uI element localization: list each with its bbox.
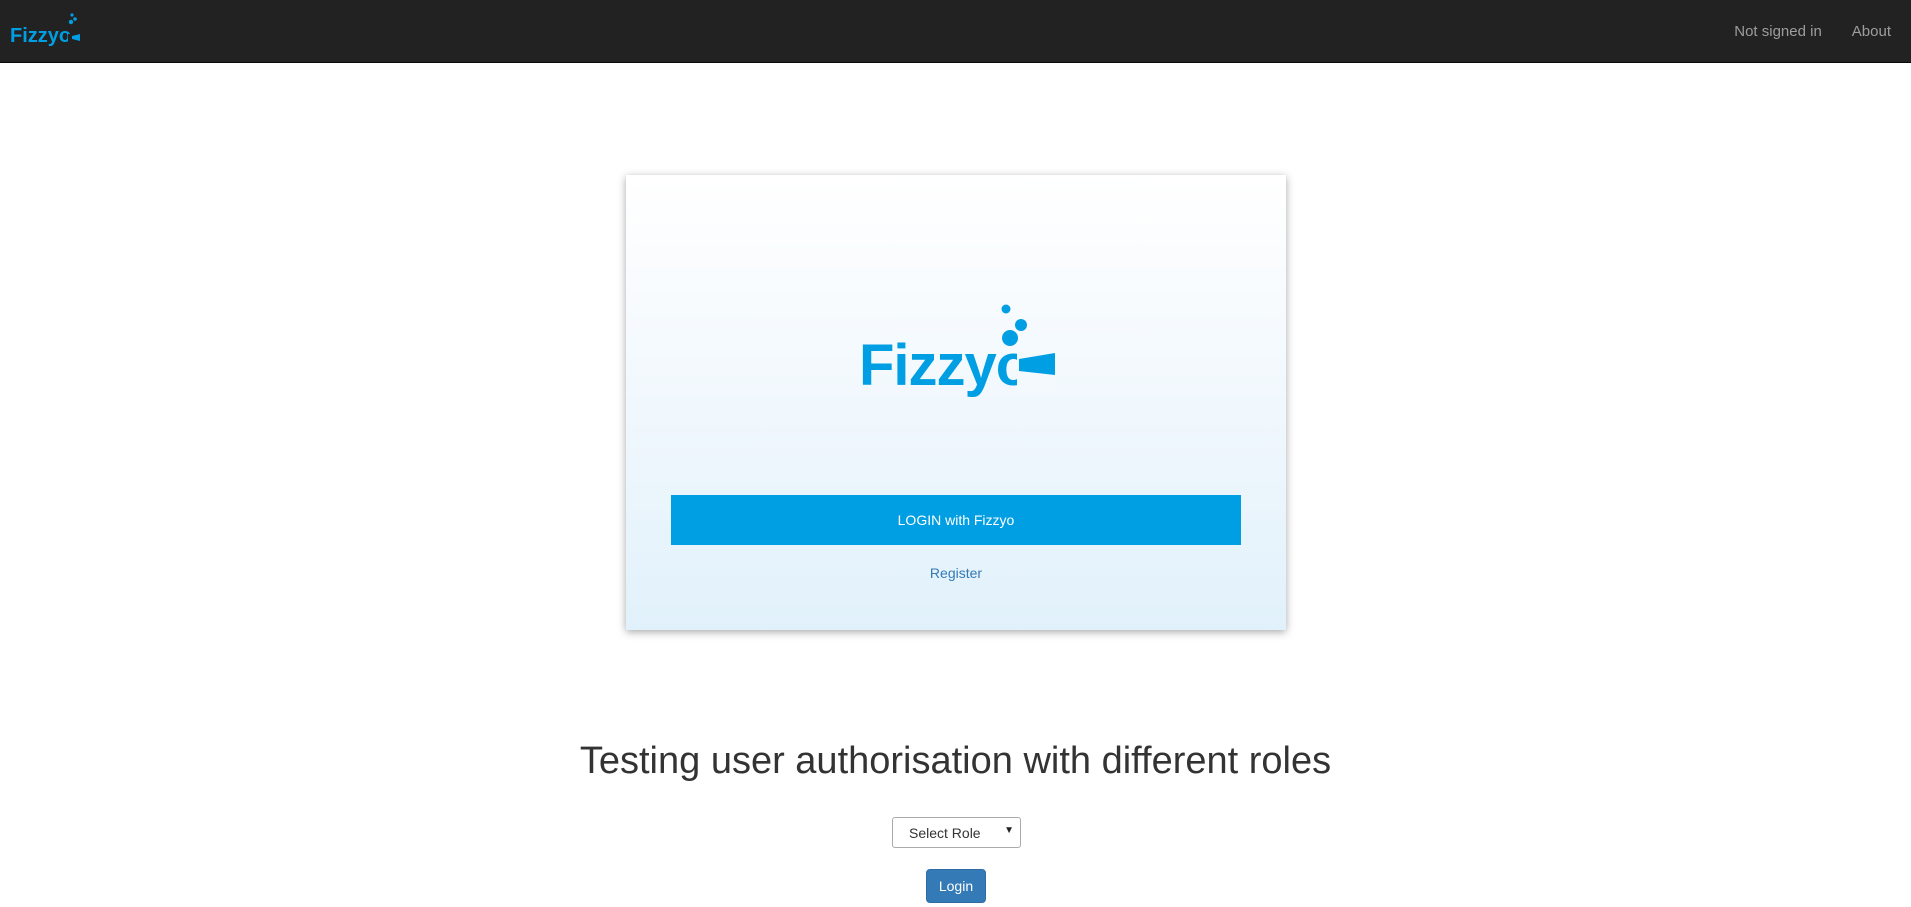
brand-logo[interactable]: Fizzyo [10,12,82,50]
page-heading: Testing user authorisation with differen… [579,740,1332,782]
fizzyo-logo: Fizzyo [859,295,1055,400]
navbar-right: Not signed in About [1719,0,1911,63]
chevron-down-icon: ▼ [1004,825,1014,836]
top-navbar: Fizzyo Not signed in About [0,0,1911,63]
role-select[interactable]: Select Role ▼ [892,817,1021,848]
about-link[interactable]: About [1837,0,1911,63]
login-with-fizzyo-button[interactable]: LOGIN with Fizzyo [671,495,1241,545]
login-button[interactable]: Login [926,869,986,903]
login-card: Fizzyo LOGIN with Fizzyo Register [626,175,1286,630]
role-select-value: Select Role [909,825,981,841]
brand-text: Fizzyo [10,25,71,47]
not-signed-in-link[interactable]: Not signed in [1719,0,1837,63]
register-link[interactable]: Register [626,565,1286,581]
fizzyo-logo-icon: Fizzyo [10,13,80,47]
fizzyo-logo-icon: Fizzyo [859,304,1055,398]
